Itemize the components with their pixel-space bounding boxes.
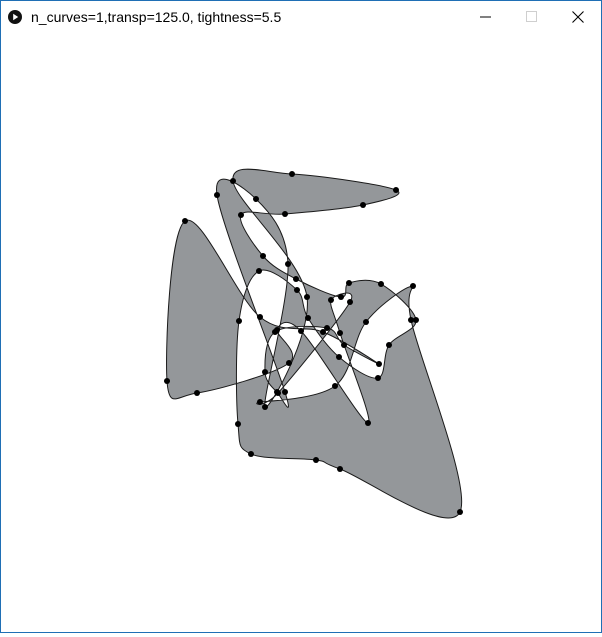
closed-curve [166,168,463,519]
control-point [294,287,300,293]
control-point [360,202,366,208]
control-point [236,318,242,324]
control-point [253,196,259,202]
control-point [346,280,352,286]
control-point [289,171,295,177]
control-point [285,261,291,267]
control-point [324,325,330,331]
control-point [260,253,266,259]
control-point [164,378,170,384]
control-point [378,281,384,287]
close-icon [572,10,584,23]
control-point [182,218,188,224]
control-point [393,187,399,193]
control-point [410,283,416,289]
control-point [408,317,414,323]
minimize-icon [480,16,491,17]
control-point [235,421,241,427]
control-point [341,342,347,348]
control-point [347,299,353,305]
control-point [457,509,463,515]
control-point [230,178,236,184]
maximize-button[interactable] [509,1,555,32]
control-point [257,314,263,320]
processing-app-icon [8,9,22,24]
control-point [386,342,392,348]
control-point [262,369,268,375]
control-point [282,389,288,395]
control-point [248,451,254,457]
control-point [332,383,338,389]
control-point [328,297,334,303]
sketch-window: n_curves=1,transp=125.0, tightness=5.5 [0,0,602,633]
control-point [376,361,382,367]
maximize-icon [526,10,537,22]
control-point [338,294,344,300]
control-point [256,268,262,274]
title-bar[interactable]: n_curves=1,transp=125.0, tightness=5.5 [1,1,601,32]
control-point [304,294,310,300]
minimize-button[interactable] [463,1,509,32]
window-title: n_curves=1,transp=125.0, tightness=5.5 [31,8,282,25]
control-point [375,375,381,381]
control-point [282,211,288,217]
control-point [363,319,369,325]
control-point [337,466,343,472]
control-point [336,354,342,360]
control-point [272,329,278,335]
control-point [274,389,280,395]
close-button[interactable] [555,1,601,32]
control-point [194,390,200,396]
sketch-canvas[interactable] [1,32,601,632]
control-point [298,328,304,334]
control-point [305,315,311,321]
control-point [238,212,244,218]
control-point [337,330,343,336]
control-point [262,404,268,410]
control-point [293,276,299,282]
control-point [257,399,263,405]
control-point [313,457,319,463]
control-point [365,420,371,426]
control-point [286,360,292,366]
window-controls [463,1,601,32]
control-point [214,192,220,198]
curve-drawing [164,168,463,519]
